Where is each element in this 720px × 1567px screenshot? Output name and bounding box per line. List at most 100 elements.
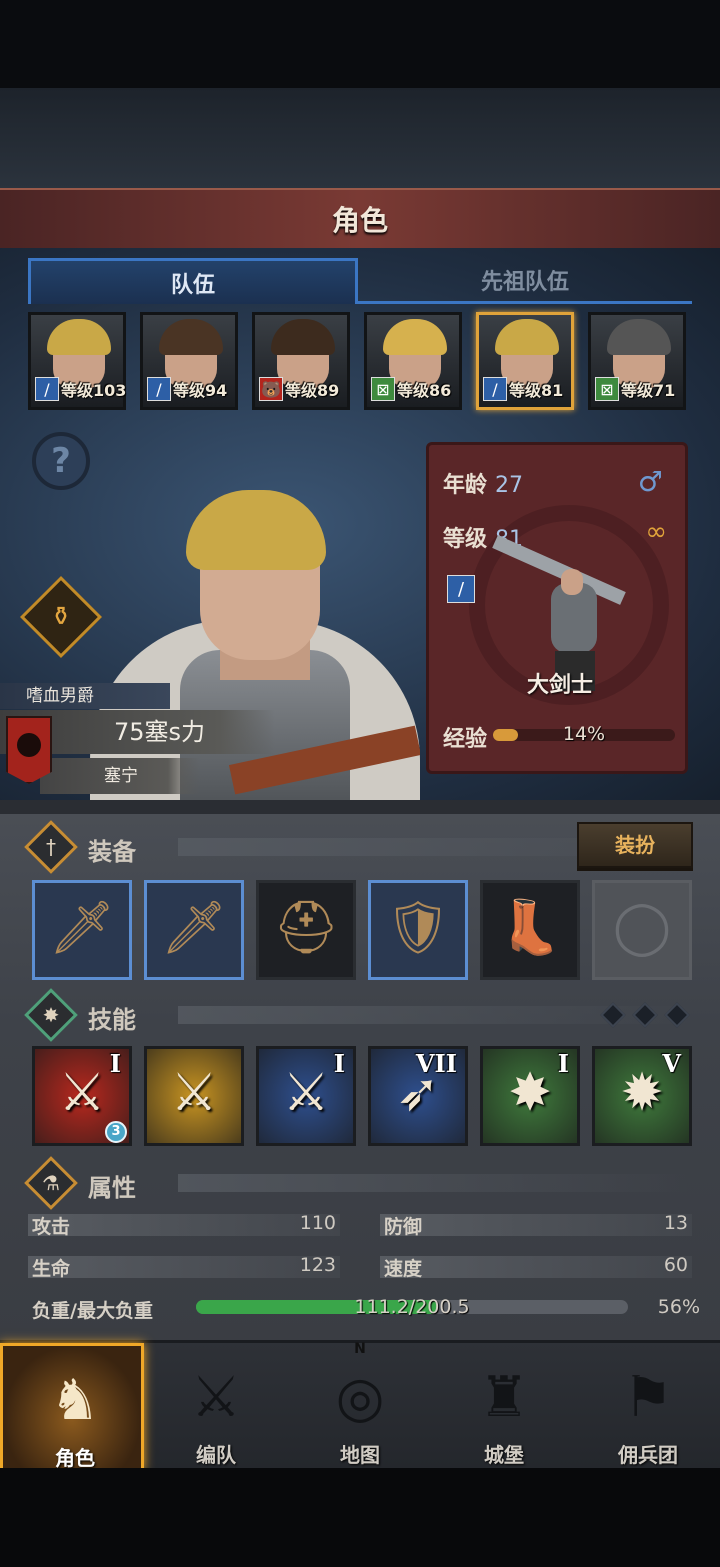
tab-party[interactable]: 队伍 — [28, 258, 358, 304]
skill-rank: I — [109, 1049, 121, 1078]
potion-icon: ⚱ — [50, 602, 72, 632]
page-title: 角色 — [331, 204, 388, 237]
hero-home: 塞宁 — [40, 758, 200, 794]
ring-slot-empty-icon: ◯ — [612, 897, 672, 957]
attributes-label: 属性 — [88, 1174, 136, 1202]
dagger-icon: † — [24, 820, 78, 874]
nav-label: 编队 — [196, 1443, 236, 1467]
party-roster: / 等级103/等级94 🐻 等级89 ⊠ 等级86/等级81 ⊠ 等级71 — [28, 312, 692, 412]
dress-up-button[interactable]: 装扮 — [577, 822, 693, 868]
attack-label: 攻击 — [32, 1216, 71, 1238]
skill-slot[interactable]: ➶ VII — [368, 1046, 468, 1146]
skill-slot[interactable]: ⚔ — [144, 1046, 244, 1146]
app-root: 角色 队伍 先祖队伍 / 等级103/等级94 🐻 等级89 ⊠ 等级86/等级81 ⊠ 等级… — [0, 0, 720, 1567]
page-dot[interactable] — [632, 1002, 658, 1028]
hero-level: 等级71 — [621, 381, 676, 400]
hero-level: 等级89 — [285, 381, 340, 400]
faction-banner-icon[interactable] — [6, 716, 52, 784]
exp-label: 经验 — [443, 727, 488, 752]
nav-item-compass[interactable]: N ◎ 地图 — [288, 1341, 432, 1471]
page-dot[interactable] — [600, 1002, 626, 1028]
male-icon: ♂ — [637, 465, 663, 498]
equipment-slot[interactable]: ◯ — [592, 880, 692, 980]
hp-label: 生命 — [32, 1258, 71, 1280]
equipment-slot[interactable]: 🗡 — [32, 880, 132, 980]
hero-card[interactable]: / 等级81 — [476, 312, 574, 410]
sword-icon: / — [483, 377, 507, 401]
ring-icon[interactable]: ∞ — [645, 517, 667, 547]
exp-percent: 14% — [562, 723, 606, 745]
hero-level: 等级86 — [397, 381, 452, 400]
defense-value: 13 — [663, 1212, 688, 1234]
skill-rank: V — [662, 1049, 681, 1078]
hero-card[interactable]: / 等级94 — [140, 312, 238, 410]
speed-value: 60 — [663, 1254, 688, 1276]
helmet-icon: ⛑ — [272, 898, 339, 958]
skill-slot[interactable]: ✸ I — [480, 1046, 580, 1146]
chest-armor-icon: 🛡 — [384, 898, 451, 958]
bottom-nav: ♞ 角色 ⚔ 编队 N ◎ 地图 ♜ 城堡 ⚑ 佣兵团 — [0, 1340, 720, 1471]
hero-card[interactable]: ⊠ 等级71 — [588, 312, 686, 410]
skill-rank: I — [333, 1049, 345, 1078]
hero-info-panel: 年龄27 ♂ 等级81 ∞ / 大剑士 经验 14% — [426, 442, 688, 774]
hero-level: 等级81 — [509, 381, 564, 400]
hp-value: 123 — [299, 1254, 336, 1276]
skill-gem-badge: 3 — [105, 1121, 127, 1143]
nav-label: 角色 — [55, 1446, 95, 1470]
age-label: 年龄 — [443, 473, 488, 498]
age-value: 27 — [495, 473, 524, 498]
level-label: 等级 — [443, 527, 488, 552]
bear-icon: 🐻 — [259, 377, 283, 401]
castle-icon: ♜ — [478, 1364, 530, 1430]
compass-north-mark: N — [354, 1341, 366, 1357]
knight-icon: ♞ — [49, 1367, 101, 1433]
hero-card[interactable]: ⊠ 等级86 — [364, 312, 462, 410]
hero-hair — [47, 319, 111, 355]
skill-rally-icon: ⚔ — [170, 1063, 218, 1123]
hero-hair — [495, 319, 559, 355]
load-value: 111.2/200.5 — [354, 1296, 470, 1318]
sword-icon: / — [147, 377, 171, 401]
nav-item-mercenary[interactable]: ⚑ 佣兵团 — [576, 1343, 720, 1471]
mercenary-icon: ⚑ — [622, 1364, 674, 1430]
nav-item-knight[interactable]: ♞ 角色 — [0, 1343, 144, 1471]
class-name: 大剑士 — [526, 673, 593, 698]
attack-value: 110 — [299, 1212, 336, 1234]
skills-label: 技能 — [88, 1006, 136, 1034]
top-bar — [0, 88, 720, 188]
skill-rank: VII — [415, 1049, 457, 1078]
skill-slot[interactable]: ✹ V — [592, 1046, 692, 1146]
hero-level: 等级94 — [173, 381, 228, 400]
skills-header: ✸ 技能 — [24, 988, 692, 1042]
nav-label: 地图 — [340, 1443, 380, 1467]
class-sword-icon: / — [447, 575, 475, 603]
hero-card[interactable]: 🐻 等级89 — [252, 312, 350, 410]
sword-icon: / — [35, 377, 59, 401]
tab-ancestor-party[interactable]: 先祖队伍 — [358, 258, 692, 304]
skill-page-dots — [600, 1002, 692, 1028]
nav-item-castle[interactable]: ♜ 城堡 — [432, 1343, 576, 1471]
hero-hair — [607, 319, 671, 355]
bow-icon: ⊠ — [595, 377, 619, 401]
hero-hair — [383, 319, 447, 355]
greatsword-icon: 🗡 — [48, 898, 115, 958]
compass-icon: ◎ — [335, 1364, 385, 1430]
skill-slot[interactable]: ⚔ I — [256, 1046, 356, 1146]
equipment-slot[interactable]: 👢 — [480, 880, 580, 980]
nav-label: 城堡 — [484, 1443, 524, 1467]
page-dot[interactable] — [664, 1002, 690, 1028]
help-button[interactable]: ? — [32, 432, 90, 490]
equipment-slot[interactable]: 🗡 — [144, 880, 244, 980]
greatsword-icon: 🗡 — [160, 898, 227, 958]
hero-hair — [271, 319, 335, 355]
age-row: 年龄 27 — [443, 467, 523, 499]
hero-hair — [159, 319, 223, 355]
equipment-slot[interactable]: 🛡 — [368, 880, 468, 980]
hero-card[interactable]: / 等级103 — [28, 312, 126, 410]
equipment-slot[interactable]: ⛑ — [256, 880, 356, 980]
hero-title: 嗜血男爵 — [0, 683, 170, 709]
skill-slot[interactable]: ⚔ I 3 — [32, 1046, 132, 1146]
nav-item-formation-helmet[interactable]: ⚔ 编队 — [144, 1343, 288, 1471]
flask-icon: ⚗ — [24, 1156, 78, 1210]
bow-icon: ⊠ — [371, 377, 395, 401]
